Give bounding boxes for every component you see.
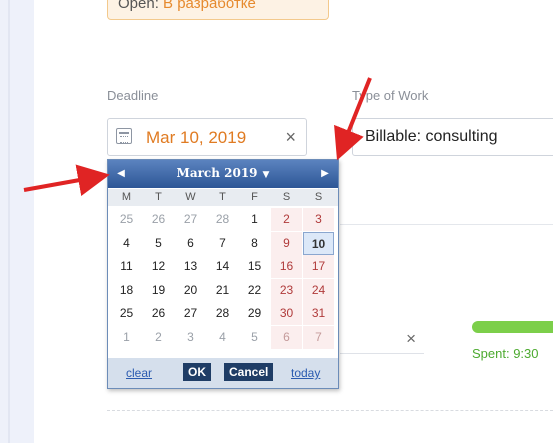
day-cell[interactable]: 30	[271, 302, 302, 326]
status-chip[interactable]: Open: В разработке	[107, 0, 329, 20]
secondary-input[interactable]: ×	[340, 325, 424, 354]
ok-button[interactable]: OK	[183, 363, 211, 381]
day-cell[interactable]: 4	[207, 326, 238, 349]
day-cell[interactable]: 22	[239, 279, 270, 302]
weekday-label: W	[185, 191, 196, 203]
day-cell[interactable]: 8	[239, 232, 270, 255]
day-cell[interactable]: 27	[175, 208, 206, 231]
weekday-label: S	[282, 191, 291, 203]
weekday-label: F	[251, 191, 258, 203]
day-cell[interactable]: 16	[271, 255, 302, 279]
section-divider	[340, 224, 553, 225]
weekday-label: T	[155, 191, 162, 203]
arrow-to-prev-month	[23, 164, 110, 196]
day-cell[interactable]: 27	[175, 302, 206, 325]
day-cell[interactable]: 9	[271, 231, 302, 255]
day-cell[interactable]: 7	[303, 326, 334, 349]
date-picker-popup: ◀ March 2019 ▼ ▶ MTWTFSS 25 26 27 28 1 2 3 4 5 6 7 8…	[107, 159, 339, 389]
day-cell[interactable]: 19	[143, 279, 174, 302]
day-cell[interactable]: 20	[175, 279, 206, 302]
day-cell[interactable]: 14	[207, 255, 238, 278]
clear-date-link[interactable]: clear	[126, 366, 152, 380]
day-cell[interactable]: 11	[111, 255, 142, 278]
day-cell[interactable]: 25	[111, 208, 142, 231]
left-panel-strip	[0, 0, 34, 443]
day-cell[interactable]: 7	[207, 232, 238, 255]
day-cell[interactable]: 12	[143, 255, 174, 278]
deadline-label: Deadline	[107, 88, 159, 103]
spent-time: Spent: 9:30	[472, 346, 539, 361]
day-cell[interactable]: 18	[111, 279, 142, 302]
month-year-label: March 2019	[176, 166, 258, 180]
day-cell[interactable]: 17	[303, 255, 334, 279]
type-of-work-select[interactable]: Billable: consulting	[352, 118, 553, 156]
day-cell[interactable]: 2	[143, 326, 174, 349]
day-cell[interactable]: 4	[111, 232, 142, 255]
day-cell[interactable]: 24	[303, 278, 334, 302]
chevron-down-icon: ▼	[262, 170, 270, 180]
day-cell[interactable]: 26	[143, 208, 174, 231]
month-year-selector[interactable]: March 2019 ▼	[108, 166, 338, 180]
day-cell[interactable]: 1	[239, 208, 270, 231]
day-cell[interactable]: 1	[111, 326, 142, 349]
clear-secondary-icon[interactable]: ×	[406, 329, 416, 349]
weekday-label: T	[219, 191, 226, 203]
day-cell[interactable]: 25	[111, 302, 142, 325]
day-cell[interactable]: 23	[271, 278, 302, 302]
day-cell[interactable]: 21	[207, 279, 238, 302]
calendar-icon[interactable]	[116, 128, 132, 144]
day-cell[interactable]: 3	[175, 326, 206, 349]
calendar-footer: clear OK Cancel today	[108, 358, 338, 388]
calendar-header: ◀ March 2019 ▼ ▶	[108, 160, 338, 188]
day-cell[interactable]: 26	[143, 302, 174, 325]
status-value: В разработке	[163, 0, 256, 12]
day-cell[interactable]: 5	[143, 232, 174, 255]
status-key: Open:	[118, 0, 159, 12]
day-cell[interactable]: 6	[175, 232, 206, 255]
today-link[interactable]: today	[291, 366, 320, 380]
bottom-divider	[107, 410, 553, 411]
cancel-button[interactable]: Cancel	[224, 363, 274, 381]
day-cell[interactable]: 28	[207, 208, 238, 231]
deadline-value: Mar 10, 2019	[146, 128, 247, 147]
day-cell[interactable]: 28	[207, 302, 238, 325]
day-cell[interactable]: 6	[271, 326, 302, 349]
day-cell[interactable]: 31	[303, 302, 334, 326]
progress-bar	[472, 321, 553, 333]
day-cell[interactable]: 5	[239, 326, 270, 349]
day-cell[interactable]: 15	[239, 255, 270, 278]
day-cell[interactable]: 2	[271, 208, 302, 231]
type-of-work-label: Type of Work	[352, 88, 429, 103]
day-cell[interactable]: 13	[175, 255, 206, 278]
weekday-label: M	[121, 191, 132, 203]
next-month-icon[interactable]: ▶	[315, 164, 335, 184]
day-cell[interactable]: 3	[303, 208, 334, 231]
left-panel-divider	[8, 0, 10, 443]
weekday-label: S	[314, 191, 323, 203]
clear-deadline-icon[interactable]: ×	[285, 127, 296, 148]
day-cell[interactable]: 29	[239, 302, 270, 325]
weekday-header-row: MTWTFSS	[108, 189, 338, 206]
deadline-date-field[interactable]: Mar 10, 2019 ×	[107, 118, 307, 156]
selected-day-cell[interactable]: 10	[303, 231, 334, 255]
